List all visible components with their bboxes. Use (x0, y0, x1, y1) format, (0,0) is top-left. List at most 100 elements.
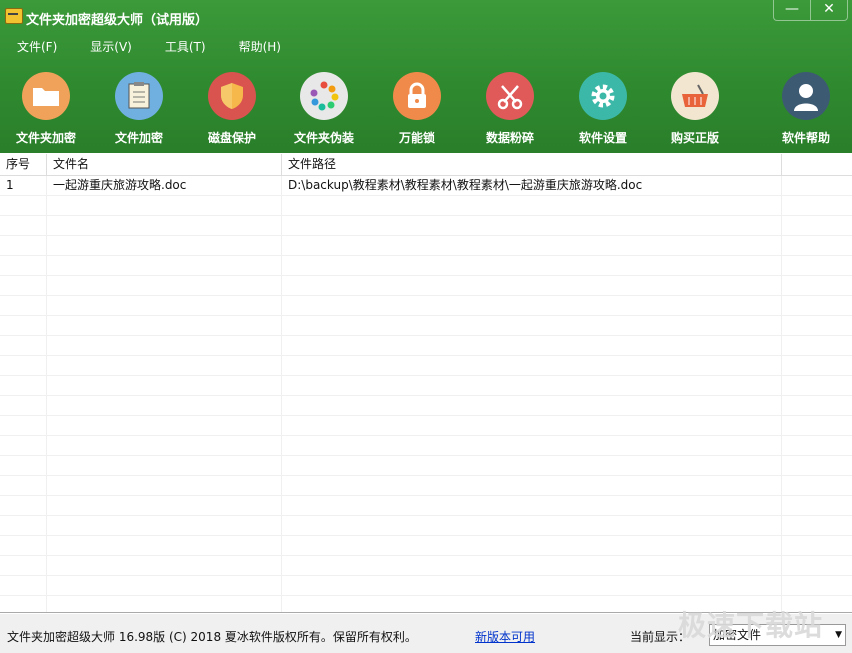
table-cell (282, 256, 782, 275)
table-cell (282, 436, 782, 455)
table-cell: 一起游重庆旅游攻略.doc (47, 176, 282, 195)
table-cell: 1 (0, 176, 47, 195)
user-icon (782, 72, 830, 120)
empty-row (0, 236, 852, 256)
table-cell (782, 456, 852, 475)
column-header-extra[interactable] (782, 154, 852, 175)
close-button[interactable]: ✕ (810, 0, 847, 20)
table-cell (782, 216, 852, 235)
toolbar-label: 购买正版 (670, 131, 719, 145)
table-cell (47, 316, 282, 335)
empty-row (0, 296, 852, 316)
table-cell (782, 316, 852, 335)
table-cell (47, 556, 282, 575)
copyright-text: 文件夹加密超级大师 16.98版 (C) 2018 夏冰软件版权所有。保留所有权… (7, 630, 417, 644)
basket-icon (671, 72, 719, 120)
table-cell (0, 396, 47, 415)
menu-help[interactable]: 帮助(H) (239, 38, 281, 56)
universal-lock-button[interactable]: 万能锁 (377, 72, 457, 146)
scissors-icon (486, 72, 534, 120)
table-cell (282, 376, 782, 395)
table-cell (47, 496, 282, 515)
table-row[interactable]: 1 一起游重庆旅游攻略.doc D:\backup\教程素材\教程素材\教程素材\一… (0, 176, 852, 196)
empty-row (0, 316, 852, 336)
table-cell: D:\backup\教程素材\教程素材\教程素材\一起游重庆旅游攻略.doc (282, 176, 782, 195)
table-cell (47, 216, 282, 235)
empty-row (0, 376, 852, 396)
empty-row (0, 356, 852, 376)
table-cell (782, 496, 852, 515)
buy-button[interactable]: 购买正版 (655, 72, 735, 146)
empty-row (0, 396, 852, 416)
table-cell (47, 336, 282, 355)
table-cell (282, 496, 782, 515)
folder-encrypt-button[interactable]: 文件夹加密 (6, 72, 86, 146)
table-cell (782, 276, 852, 295)
table-cell (282, 296, 782, 315)
chevron-down-icon: ▼ (835, 630, 842, 640)
file-table[interactable]: 序号 文件名 文件路径 1 一起游重庆旅游攻略.doc D:\backup\教程素材… (0, 154, 852, 613)
table-cell (782, 296, 852, 315)
column-header-filename[interactable]: 文件名 (47, 154, 282, 175)
table-cell (0, 456, 47, 475)
window-controls: — ✕ (773, 0, 848, 21)
empty-row (0, 436, 852, 456)
toolbar-label: 文件夹伪装 (293, 131, 354, 145)
table-cell (0, 596, 47, 612)
table-cell (47, 396, 282, 415)
empty-row (0, 576, 852, 596)
table-cell (47, 436, 282, 455)
table-cell (282, 476, 782, 495)
folder-disguise-button[interactable]: 文件夹伪装 (284, 72, 364, 146)
table-cell (282, 456, 782, 475)
menu-bar: 文件(F) 显示(V) 工具(T) 帮助(H) (0, 38, 852, 56)
menu-view[interactable]: 显示(V) (90, 38, 132, 56)
empty-row (0, 476, 852, 496)
menu-tools[interactable]: 工具(T) (165, 38, 206, 56)
table-cell (47, 236, 282, 255)
table-cell (0, 476, 47, 495)
menu-file[interactable]: 文件(F) (17, 38, 57, 56)
new-version-link[interactable]: 新版本可用 (475, 628, 535, 645)
help-button[interactable]: 软件帮助 (766, 72, 846, 146)
table-cell (782, 176, 852, 195)
table-cell (0, 536, 47, 555)
table-cell (0, 376, 47, 395)
file-encrypt-button[interactable]: 文件加密 (99, 72, 179, 146)
table-cell (0, 316, 47, 335)
table-cell (282, 576, 782, 595)
disk-protect-button[interactable]: 磁盘保护 (192, 72, 272, 146)
data-shred-button[interactable]: 数据粉碎 (470, 72, 550, 146)
table-cell (282, 236, 782, 255)
table-cell (0, 236, 47, 255)
table-cell (282, 536, 782, 555)
empty-row (0, 416, 852, 436)
table-cell (782, 536, 852, 555)
empty-row (0, 216, 852, 236)
table-cell (782, 556, 852, 575)
column-header-index[interactable]: 序号 (0, 154, 47, 175)
table-body: 1 一起游重庆旅游攻略.doc D:\backup\教程素材\教程素材\教程素材\一… (0, 176, 852, 612)
minimize-button[interactable]: — (774, 0, 810, 20)
toolbar-label: 文件加密 (114, 131, 163, 145)
table-cell (0, 276, 47, 295)
table-cell (47, 376, 282, 395)
empty-row (0, 456, 852, 476)
table-cell (782, 516, 852, 535)
column-header-filepath[interactable]: 文件路径 (282, 154, 782, 175)
table-cell (47, 416, 282, 435)
window-title: 文件夹加密超级大师（试用版） (26, 13, 209, 28)
table-cell (782, 356, 852, 375)
table-cell (47, 536, 282, 555)
table-cell (47, 196, 282, 215)
color-wheel-icon (300, 72, 348, 120)
table-cell (0, 436, 47, 455)
shield-icon (208, 72, 256, 120)
empty-row (0, 256, 852, 276)
table-cell (282, 316, 782, 335)
table-cell (0, 296, 47, 315)
table-cell (282, 416, 782, 435)
settings-button[interactable]: 软件设置 (563, 72, 643, 146)
table-cell (0, 576, 47, 595)
table-header: 序号 文件名 文件路径 (0, 154, 852, 176)
